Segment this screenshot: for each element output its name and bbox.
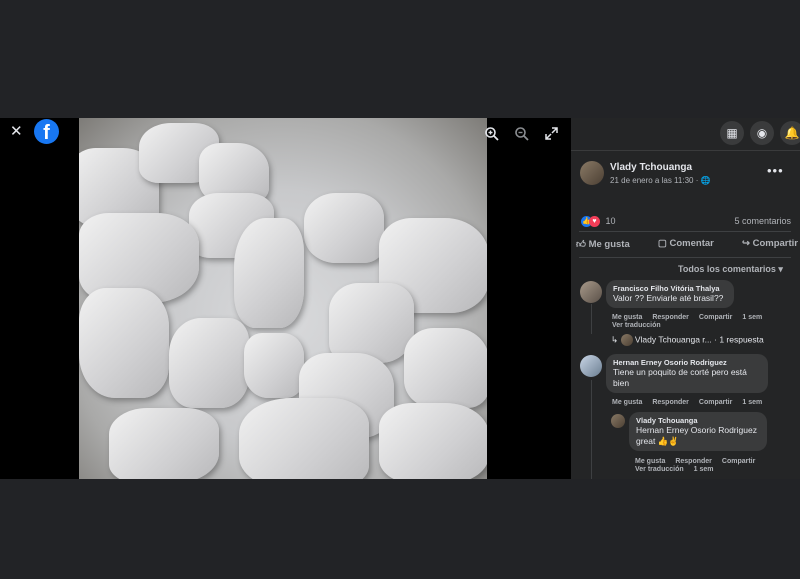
post-photo [79, 118, 487, 479]
thread-line [591, 304, 592, 334]
close-icon[interactable]: ✕ [10, 124, 23, 140]
reply-author-avatar[interactable] [611, 414, 625, 428]
reply-text: Hernan Erney Osorio Rodriguez great 👍✌ [636, 425, 757, 446]
comment-bubble: Francisco Filho Vitória Thalya Valor ?? … [606, 280, 734, 308]
reply-arrow-icon: ↳ [611, 334, 619, 345]
translate-link[interactable]: Ver traducción [612, 322, 661, 329]
reaction-count: 10 [605, 216, 616, 226]
reply-actions: Me gusta Responder Compartir [635, 458, 765, 465]
post-sidebar: ▦ ◉ 🔔 Vlady Tchouanga 21 de enero a las … [571, 118, 800, 479]
post-actions: 👍︎ Me gusta ▢ Comentar ↪ Compartir [576, 238, 798, 256]
comment-sort-dropdown[interactable]: Todos los comentarios ▾ [678, 264, 783, 275]
comment-actions: Me gusta Responder Compartir 1 sem [612, 314, 772, 321]
comment-button[interactable]: ▢ Comentar [658, 238, 714, 256]
comment-author[interactable]: Hernan Erney Osorio Rodriguez [613, 358, 761, 367]
comment-author[interactable]: Francisco Filho Vitória Thalya [613, 284, 727, 293]
like-button[interactable]: 👍︎ Me gusta [576, 238, 630, 256]
reply-like-link[interactable]: Me gusta [635, 458, 665, 465]
comment-time[interactable]: 1 sem [742, 314, 762, 321]
notifications-icon[interactable]: 🔔 [780, 121, 800, 145]
comment-like-link[interactable]: Me gusta [612, 314, 642, 321]
comment-like-link[interactable]: Me gusta [612, 399, 642, 406]
comment-icon: ▢ [657, 238, 667, 249]
facebook-logo-icon[interactable]: f [34, 119, 59, 144]
reply-meta: Ver traducción 1 sem [635, 466, 724, 473]
comment-actions: Me gusta Responder Compartir 1 sem [612, 399, 772, 406]
divider [579, 257, 791, 258]
commenter-avatar[interactable] [580, 355, 602, 377]
comment-reply-link[interactable]: Responder [652, 314, 689, 321]
comment-bubble: Hernan Erney Osorio Rodriguez Tiene un p… [606, 354, 768, 393]
share-icon: ↪ [741, 238, 750, 249]
commenter-avatar[interactable] [580, 281, 602, 303]
view-replies-link[interactable]: ↳ Vlady Tchouanga r... · 1 respuesta [611, 334, 796, 346]
post-date[interactable]: 21 de enero a las 11:30 · 🌐 [610, 176, 711, 185]
thumbs-up-icon: 👍︎ [576, 239, 586, 250]
reply-bubble: Vlady Tchouanga Hernan Erney Osorio Rodr… [629, 412, 767, 451]
share-button[interactable]: ↪ Compartir [742, 238, 798, 256]
sidebar-topbar: ▦ ◉ 🔔 [571, 118, 800, 151]
messenger-icon[interactable]: ◉ [750, 121, 774, 145]
zoom-in-icon[interactable] [484, 126, 500, 142]
comment-text: Tiene un poquito de corté pero está bien [613, 367, 747, 388]
reply-avatar [620, 334, 633, 346]
comment-share-link[interactable]: Compartir [699, 314, 732, 321]
reply-time[interactable]: 1 sem [694, 466, 714, 473]
reply-author[interactable]: Vlady Tchouanga [636, 416, 760, 425]
translate-link[interactable]: Ver traducción [635, 466, 684, 473]
comment-reply-link[interactable]: Responder [652, 399, 689, 406]
divider [579, 231, 791, 232]
more-options-icon[interactable]: ••• [767, 163, 784, 178]
comment-text: Valor ?? Enviarle até brasil?? [613, 293, 724, 303]
fullscreen-icon[interactable] [545, 127, 558, 140]
comment-time[interactable]: 1 sem [742, 399, 762, 406]
globe-icon: 🌐 [700, 176, 711, 185]
love-reaction-icon: ♥ [589, 216, 600, 228]
photo-viewer-frame: ✕ f ▦ ◉ 🔔 Vlady Tchouanga 21 de enero a … [0, 118, 800, 479]
zoom-out-icon[interactable] [514, 126, 530, 142]
comment-share-link[interactable]: Compartir [699, 399, 732, 406]
reply-reply-link[interactable]: Responder [675, 458, 712, 465]
menu-grid-icon[interactable]: ▦ [720, 121, 744, 145]
author-avatar[interactable] [580, 161, 604, 185]
comments-count[interactable]: 5 comentarios [734, 216, 791, 226]
reactions-summary[interactable]: 👍 ♥ 10 5 comentarios [581, 216, 791, 230]
photo-viewer: ✕ f [0, 118, 571, 479]
post-author[interactable]: Vlady Tchouanga [610, 162, 692, 173]
thread-line [591, 380, 592, 479]
reply-share-link[interactable]: Compartir [722, 458, 755, 465]
caret-down-icon: ▾ [778, 264, 783, 274]
